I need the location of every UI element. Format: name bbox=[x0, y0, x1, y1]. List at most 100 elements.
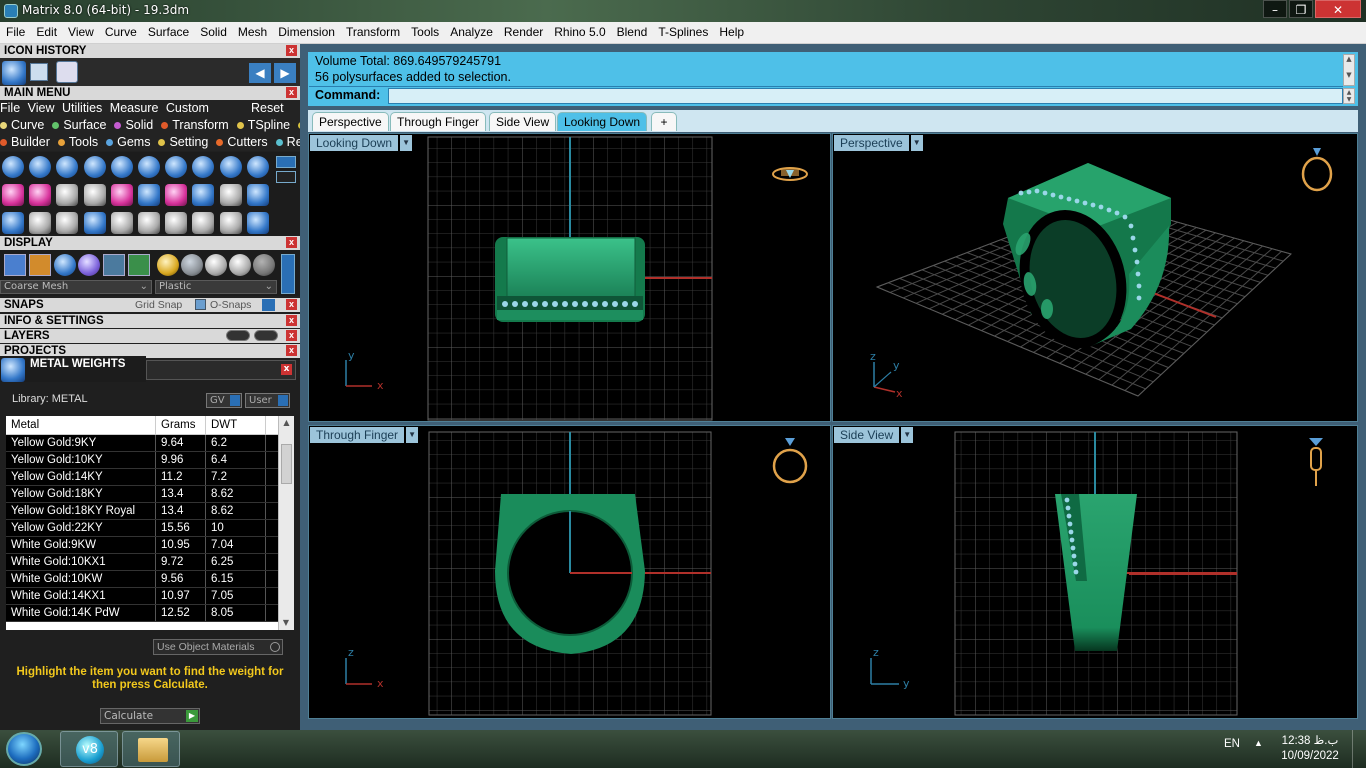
split-tool-icon[interactable] bbox=[83, 212, 106, 234]
menu-render[interactable]: Render bbox=[498, 22, 548, 39]
table-row[interactable]: White Gold:9KW 10.95 7.04 bbox=[6, 537, 278, 554]
snaps-expand-icon[interactable] bbox=[262, 299, 275, 311]
rendered-icon[interactable] bbox=[78, 254, 100, 276]
move-tool-icon[interactable] bbox=[110, 212, 133, 234]
metal-weights-icon[interactable] bbox=[2, 61, 26, 85]
ghosted-icon[interactable] bbox=[29, 254, 51, 276]
layers-header[interactable]: LAYERS x bbox=[0, 329, 300, 343]
mm-row2-2[interactable]: Solid bbox=[114, 118, 157, 132]
wireframe-icon[interactable] bbox=[4, 254, 26, 276]
mm-view[interactable]: View bbox=[28, 101, 55, 115]
toolbar-page-icon[interactable] bbox=[276, 171, 296, 183]
mm-row2-3[interactable]: Transform bbox=[161, 118, 233, 132]
mm-row3-4[interactable]: Cutters bbox=[216, 135, 271, 149]
insert-point-tool-icon[interactable] bbox=[29, 184, 52, 206]
table-row[interactable]: Yellow Gold:9KY 9.64 6.2 bbox=[6, 435, 278, 452]
column-dwt[interactable]: DWT bbox=[206, 416, 266, 434]
table-row[interactable]: Yellow Gold:18KY 13.4 8.62 bbox=[6, 486, 278, 503]
viewport-perspective[interactable]: Perspective ▼ z y x bbox=[832, 133, 1358, 422]
mm-reset[interactable]: Reset bbox=[251, 100, 284, 117]
taskbar-matrix-app[interactable]: v8 bbox=[60, 731, 118, 767]
table-row[interactable]: Yellow Gold:22KY 15.56 10 bbox=[6, 520, 278, 537]
remove-point-tool-icon[interactable] bbox=[56, 184, 79, 206]
gold-material-icon[interactable] bbox=[157, 254, 179, 276]
table-row[interactable]: White Gold:10KX1 9.72 6.25 bbox=[6, 554, 278, 571]
curve-tool-icon[interactable] bbox=[29, 156, 52, 178]
curve-offset-tool-icon[interactable] bbox=[56, 212, 79, 234]
grid-snap-toggle[interactable]: Grid Snap bbox=[135, 298, 182, 312]
flow-tool-icon[interactable] bbox=[165, 212, 188, 234]
mm-row3-0[interactable]: Builder bbox=[0, 135, 54, 149]
extra-tool-icon[interactable] bbox=[246, 156, 269, 178]
minimize-button[interactable]: – bbox=[1263, 0, 1287, 18]
menu-curve[interactable]: Curve bbox=[99, 22, 142, 39]
mm-row3-2[interactable]: Gems bbox=[106, 135, 154, 149]
table-row[interactable]: Yellow Gold:18KY Royal 13.4 8.62 bbox=[6, 503, 278, 520]
use-object-materials-toggle[interactable]: Use Object Materials bbox=[153, 639, 283, 655]
measure-icon[interactable] bbox=[56, 61, 78, 83]
add-point-tool-icon[interactable] bbox=[2, 184, 24, 206]
viewport-looking-down[interactable]: Looking Down ▼ y x bbox=[308, 133, 831, 422]
scroll-up-icon[interactable]: ▲ bbox=[279, 416, 294, 430]
no-material-icon[interactable] bbox=[253, 254, 275, 276]
viewport-through-finger[interactable]: Through Finger ▼ z x bbox=[308, 425, 831, 719]
table-row[interactable]: White Gold:14KX1 10.97 7.05 bbox=[6, 588, 278, 605]
close-icon[interactable]: x bbox=[281, 364, 292, 375]
display-header[interactable]: DISPLAY x bbox=[0, 236, 300, 250]
toolbar-page-icon[interactable] bbox=[276, 156, 296, 168]
tray-expand-icon[interactable]: ▲ bbox=[1254, 738, 1263, 748]
osnaps-toggle[interactable]: O-Snaps bbox=[210, 298, 251, 312]
table-row[interactable]: White Gold:10KW 9.56 6.15 bbox=[6, 571, 278, 588]
main-menu-header[interactable]: MAIN MENU x bbox=[0, 86, 300, 100]
start-button[interactable] bbox=[6, 732, 42, 766]
mm-row3-3[interactable]: Setting bbox=[158, 135, 212, 149]
table-row[interactable]: White Gold:14K PdW 12.52 8.05 bbox=[6, 605, 278, 622]
command-scrollbar[interactable]: ▲ ▼ bbox=[1343, 54, 1355, 86]
close-icon[interactable]: x bbox=[286, 330, 297, 341]
scroll-down-icon[interactable]: ▼ bbox=[279, 616, 293, 630]
scroll-thumb[interactable] bbox=[281, 444, 292, 484]
gv-toggle[interactable]: GV bbox=[206, 393, 242, 408]
icon-history-header[interactable]: ICON HISTORY x bbox=[0, 44, 300, 58]
table-row[interactable]: Yellow Gold:14KY 11.2 7.2 bbox=[6, 469, 278, 486]
gem-tool-icon[interactable] bbox=[110, 156, 133, 178]
mesh-dropdown[interactable]: Coarse Mesh ⌄ bbox=[0, 280, 152, 294]
column-grams[interactable]: Grams bbox=[156, 416, 206, 434]
close-icon[interactable]: x bbox=[286, 299, 297, 310]
snaps-header[interactable]: SNAPS Grid Snap O-Snaps x bbox=[0, 298, 300, 312]
table-scrollbar[interactable]: ▲ ▼ bbox=[278, 416, 294, 630]
osnaps-checkbox[interactable] bbox=[195, 299, 206, 310]
group-tool-icon[interactable] bbox=[192, 212, 215, 234]
mm-file[interactable]: File bbox=[0, 101, 20, 115]
display-expand-icon[interactable] bbox=[281, 254, 295, 294]
fillet-tool-icon[interactable] bbox=[29, 212, 52, 234]
menu-view[interactable]: View bbox=[62, 22, 99, 39]
loft-tool-icon[interactable] bbox=[83, 156, 106, 178]
chrome-material-icon[interactable] bbox=[229, 254, 251, 276]
menu-blend[interactable]: Blend bbox=[611, 22, 653, 39]
mm-utilities[interactable]: Utilities bbox=[62, 101, 102, 115]
arc-tool-icon[interactable] bbox=[83, 184, 106, 206]
menu-tools[interactable]: Tools bbox=[405, 22, 444, 39]
window-titlebar[interactable]: Matrix 8.0 (64-bit) - 19.3dm – ❐ ✕ bbox=[0, 0, 1366, 22]
sphere-tool-icon[interactable] bbox=[246, 184, 269, 206]
menu-mesh[interactable]: Mesh bbox=[232, 22, 272, 39]
menu-rhino[interactable]: Rhino 5.0 bbox=[548, 22, 610, 39]
pattern-tool-icon[interactable] bbox=[165, 184, 188, 206]
history-back-icon[interactable]: ◀ bbox=[249, 63, 271, 83]
boolean-tool-icon[interactable] bbox=[110, 184, 133, 206]
scale-tool-icon[interactable] bbox=[138, 212, 160, 234]
mm-row3-1[interactable]: Tools bbox=[57, 135, 102, 149]
ring-size-tool-icon[interactable] bbox=[246, 212, 269, 234]
menu-solid[interactable]: Solid bbox=[194, 22, 232, 39]
ring-tool-icon[interactable] bbox=[56, 156, 79, 178]
environment-icon[interactable] bbox=[103, 254, 125, 276]
menu-tsplines[interactable]: T-Splines bbox=[652, 22, 713, 39]
menu-transform[interactable]: Transform bbox=[340, 22, 405, 39]
clock-date[interactable]: 10/09/2022 bbox=[1278, 750, 1342, 762]
mm-measure[interactable]: Measure bbox=[110, 101, 159, 115]
taskbar-file-explorer[interactable] bbox=[122, 731, 180, 767]
close-icon[interactable]: x bbox=[286, 315, 297, 326]
tab-perspective[interactable]: Perspective bbox=[312, 112, 389, 131]
circle-tool-icon[interactable] bbox=[2, 156, 24, 178]
